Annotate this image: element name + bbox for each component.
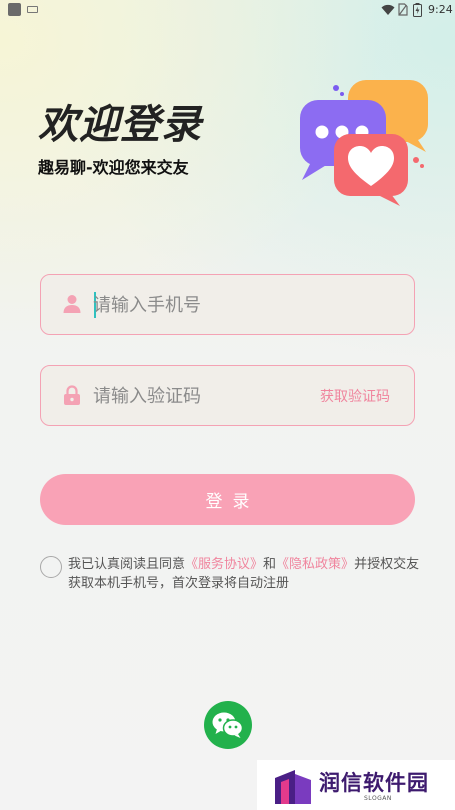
status-time: 9:24 <box>428 3 453 16</box>
watermark-slogan: SLOGAN <box>364 795 392 802</box>
agreement-text-before: 我已认真阅读且同意 <box>68 557 186 572</box>
lock-icon <box>64 385 80 405</box>
phone-field[interactable] <box>40 274 415 335</box>
keyboard-icon <box>27 6 38 13</box>
agreement-and: 和 <box>263 557 277 572</box>
verification-code-field[interactable]: 获取验证码 <box>40 365 415 426</box>
privacy-policy-link[interactable]: 《隐私政策》 <box>276 557 354 572</box>
app-notification-icon <box>8 3 21 16</box>
page-title: 欢迎登录 <box>38 102 202 148</box>
get-code-button[interactable]: 获取验证码 <box>320 386 390 406</box>
service-agreement-link[interactable]: 《服务协议》 <box>185 557 263 572</box>
wechat-icon <box>212 712 244 738</box>
watermark-name: 润信软件园 <box>319 771 429 795</box>
agreement-checkbox[interactable] <box>40 556 62 578</box>
status-bar: 9:24 <box>0 0 455 20</box>
wifi-icon <box>381 4 395 15</box>
phone-input[interactable] <box>93 288 313 322</box>
login-button[interactable]: 登录 <box>40 474 415 525</box>
agreement-text: 我已认真阅读且同意《服务协议》和《隐私政策》并授权交友获取本机手机号，首次登录将… <box>68 555 420 593</box>
no-sim-icon <box>398 3 408 16</box>
page-subtitle: 趣易聊-欢迎您来交友 <box>38 158 189 177</box>
wechat-login-button[interactable] <box>204 701 252 749</box>
verification-code-input[interactable] <box>93 379 313 413</box>
watermark: 润信软件园 SLOGAN <box>257 760 455 810</box>
battery-charging-icon <box>413 3 422 17</box>
user-icon <box>63 295 81 313</box>
chat-bubbles-heart-icon <box>300 80 428 206</box>
building-logo-icon <box>275 770 311 804</box>
